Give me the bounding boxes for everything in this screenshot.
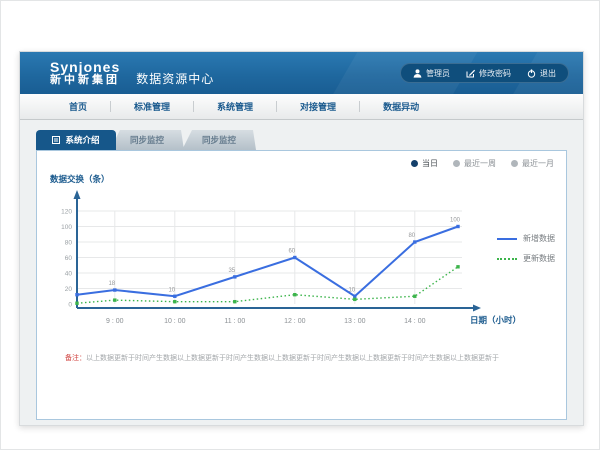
logout-label: 退出: [540, 68, 556, 79]
time-range-filter: 当日 最近一周 最近一月: [411, 158, 554, 169]
logo: Synjones 新中新集团: [50, 60, 120, 86]
chart-panel: 当日 最近一周 最近一月 数据交换（条） 0 20 40 60 80 100 120 9 : …: [36, 150, 567, 420]
line-chart: 0 20 40 60 80 100 120 9 : 00 10 : 00 11 : 00 12 : …: [37, 151, 565, 419]
svg-text:0: 0: [68, 302, 72, 309]
legend-line-icon: [497, 238, 517, 240]
svg-text:80: 80: [408, 233, 415, 239]
radio-dot-icon: [511, 160, 518, 167]
legend-line-icon: [497, 258, 517, 260]
current-user[interactable]: 管理员: [413, 68, 450, 79]
svg-text:100: 100: [61, 224, 72, 231]
app-window: Synjones 新中新集团 数据资源中心 管理员 修改密码 退出 首页 标准管…: [19, 51, 584, 426]
footnote-label: 备注：: [65, 355, 86, 362]
legend-item-update-data[interactable]: 更新数据: [497, 253, 555, 264]
svg-text:10: 10: [348, 287, 355, 293]
logo-text-en: Synjones: [50, 60, 120, 75]
svg-text:20: 20: [65, 286, 73, 293]
current-user-label: 管理员: [426, 68, 450, 79]
edit-icon: [466, 69, 475, 78]
tab-label: 同步监控: [202, 134, 236, 146]
tab-bar: 系统介绍 同步监控 同步监控: [36, 129, 583, 150]
svg-text:12 : 00: 12 : 00: [284, 318, 306, 325]
page-title: 数据资源中心: [136, 70, 214, 87]
legend-item-new-data[interactable]: 新增数据: [497, 233, 555, 244]
logo-text-cn: 新中新集团: [50, 75, 120, 87]
nav-item-standard-mgmt[interactable]: 标准管理: [111, 100, 193, 113]
svg-text:9 : 00: 9 : 00: [106, 318, 124, 325]
svg-text:40: 40: [65, 271, 73, 278]
power-icon: [527, 69, 536, 78]
nav-item-data-change[interactable]: 数据异动: [360, 100, 442, 113]
radio-last-month[interactable]: 最近一月: [511, 158, 554, 169]
svg-text:80: 80: [65, 240, 73, 247]
radio-label: 当日: [422, 158, 438, 169]
change-password-label: 修改密码: [479, 68, 511, 79]
svg-text:35: 35: [228, 268, 235, 274]
tab-system-intro[interactable]: 系统介绍: [36, 130, 116, 150]
svg-text:10 : 00: 10 : 00: [164, 318, 186, 325]
user-toolbar: 管理员 修改密码 退出: [400, 63, 569, 83]
footnote: 备注：以上数据更新于时间产生数据以上数据更新于时间产生数据以上数据更新于时间产生…: [65, 353, 499, 363]
chart-legend: 新增数据 更新数据: [497, 233, 555, 273]
document-icon: [52, 136, 60, 144]
radio-last-week[interactable]: 最近一周: [453, 158, 496, 169]
legend-label: 新增数据: [523, 233, 555, 244]
logout-button[interactable]: 退出: [527, 68, 556, 79]
y-axis-title: 数据交换（条）: [50, 173, 110, 185]
x-axis-title: 日期（小时）: [470, 314, 521, 326]
svg-text:100: 100: [450, 218, 461, 224]
header: Synjones 新中新集团 数据资源中心 管理员 修改密码 退出: [20, 52, 583, 94]
radio-dot-icon: [453, 160, 460, 167]
main-nav: 首页 标准管理 系统管理 对接管理 数据异动: [20, 94, 583, 120]
svg-text:10: 10: [168, 287, 175, 293]
radio-dot-icon: [411, 160, 418, 167]
svg-text:60: 60: [65, 255, 73, 262]
svg-text:18: 18: [108, 281, 115, 287]
legend-label: 更新数据: [523, 253, 555, 264]
nav-item-system-mgmt[interactable]: 系统管理: [194, 100, 276, 113]
tab-sync-monitor-2[interactable]: 同步监控: [182, 130, 256, 150]
tab-sync-monitor-1[interactable]: 同步监控: [110, 130, 184, 150]
user-icon: [413, 69, 422, 78]
tab-label: 系统介绍: [65, 134, 99, 146]
change-password-button[interactable]: 修改密码: [466, 68, 511, 79]
tab-label: 同步监控: [130, 134, 164, 146]
footnote-text: 以上数据更新于时间产生数据以上数据更新于时间产生数据以上数据更新于时间产生数据以…: [86, 355, 499, 362]
svg-text:60: 60: [288, 249, 295, 255]
radio-today[interactable]: 当日: [411, 158, 438, 169]
svg-text:13 : 00: 13 : 00: [344, 318, 366, 325]
nav-item-connect-mgmt[interactable]: 对接管理: [277, 100, 359, 113]
svg-text:11 : 00: 11 : 00: [224, 318, 245, 325]
svg-text:14 : 00: 14 : 00: [404, 318, 426, 325]
page: { "header": { "logo_en": "Synjones", "lo…: [0, 0, 600, 450]
radio-label: 最近一月: [522, 158, 554, 169]
radio-label: 最近一周: [464, 158, 496, 169]
nav-item-home[interactable]: 首页: [46, 100, 110, 113]
svg-text:120: 120: [61, 209, 72, 216]
